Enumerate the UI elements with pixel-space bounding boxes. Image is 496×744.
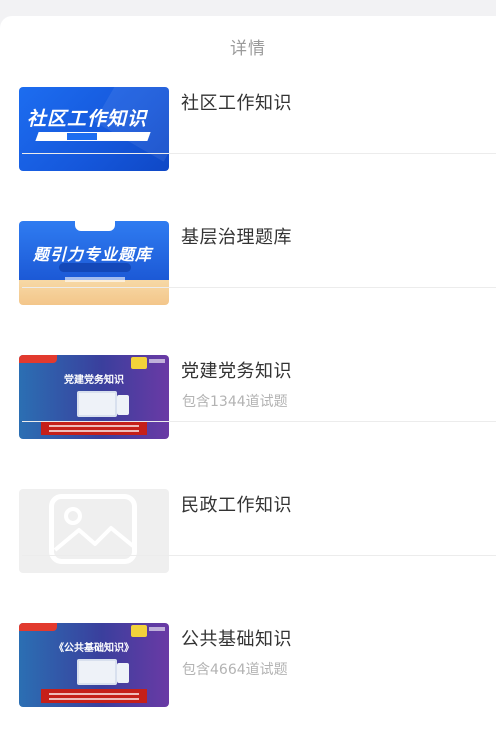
thumbnail-red-line [49, 698, 139, 700]
thumbnail-logo-icon [131, 625, 147, 637]
thumbnail-flag [19, 355, 57, 363]
question-count: 包含4664道试题 [182, 662, 288, 678]
thumbnail-stripe-inner [67, 133, 97, 140]
course-title: 民政工作知识 [181, 495, 292, 516]
laptop-icon [77, 659, 117, 685]
list-item[interactable]: 民政工作知识 [0, 422, 496, 573]
thumbnail-logo-tab [75, 221, 115, 231]
list-item[interactable]: 《公共基础知识》 公共基础知识 包含4664道试题 [0, 556, 496, 707]
thumbnail-logo-text [149, 359, 165, 363]
phone-icon [117, 663, 129, 683]
laptop-icon [77, 391, 117, 417]
list-item[interactable]: 党建党务知识 党建党务知识 包含1344道试题 [0, 288, 496, 439]
thumbnail-banner-text: 社区工作知识 [27, 108, 148, 130]
course-title: 党建党务知识 [181, 361, 292, 382]
thumbnail-flag [19, 623, 57, 631]
thumbnail-logo-icon [131, 357, 147, 369]
list-item[interactable]: 社区工作知识 社区工作知识 [0, 20, 496, 171]
thumbnail-red-line [49, 693, 139, 695]
course-thumbnail: 《公共基础知识》 [19, 623, 169, 707]
course-title: 公共基础知识 [181, 629, 292, 650]
list-item[interactable]: 题引力专业题库 基层治理题库 [0, 154, 496, 305]
course-list: 社区工作知识 社区工作知识 题引力专业题库 基层治理题库 党建党务知识 党建党务… [0, 20, 496, 707]
thumbnail-logo-text [149, 627, 165, 631]
page: 详情 社区工作知识 社区工作知识 题引力专业题库 基层治理题库 党建党务知识 党… [0, 0, 496, 744]
thumbnail-banner-text: 《公共基础知识》 [54, 643, 134, 654]
thumbnail-banner-text: 党建党务知识 [64, 375, 124, 386]
course-title: 社区工作知识 [181, 93, 292, 114]
image-placeholder-icon [49, 494, 137, 564]
thumbnail-url-pill [59, 263, 131, 272]
thumbnail-slogan [65, 277, 125, 282]
thumbnail-banner-text: 题引力专业题库 [33, 245, 153, 264]
course-title: 基层治理题库 [181, 227, 292, 248]
question-count: 包含1344道试题 [182, 394, 288, 410]
phone-icon [117, 395, 129, 415]
thumbnail-red-banner [41, 689, 147, 703]
